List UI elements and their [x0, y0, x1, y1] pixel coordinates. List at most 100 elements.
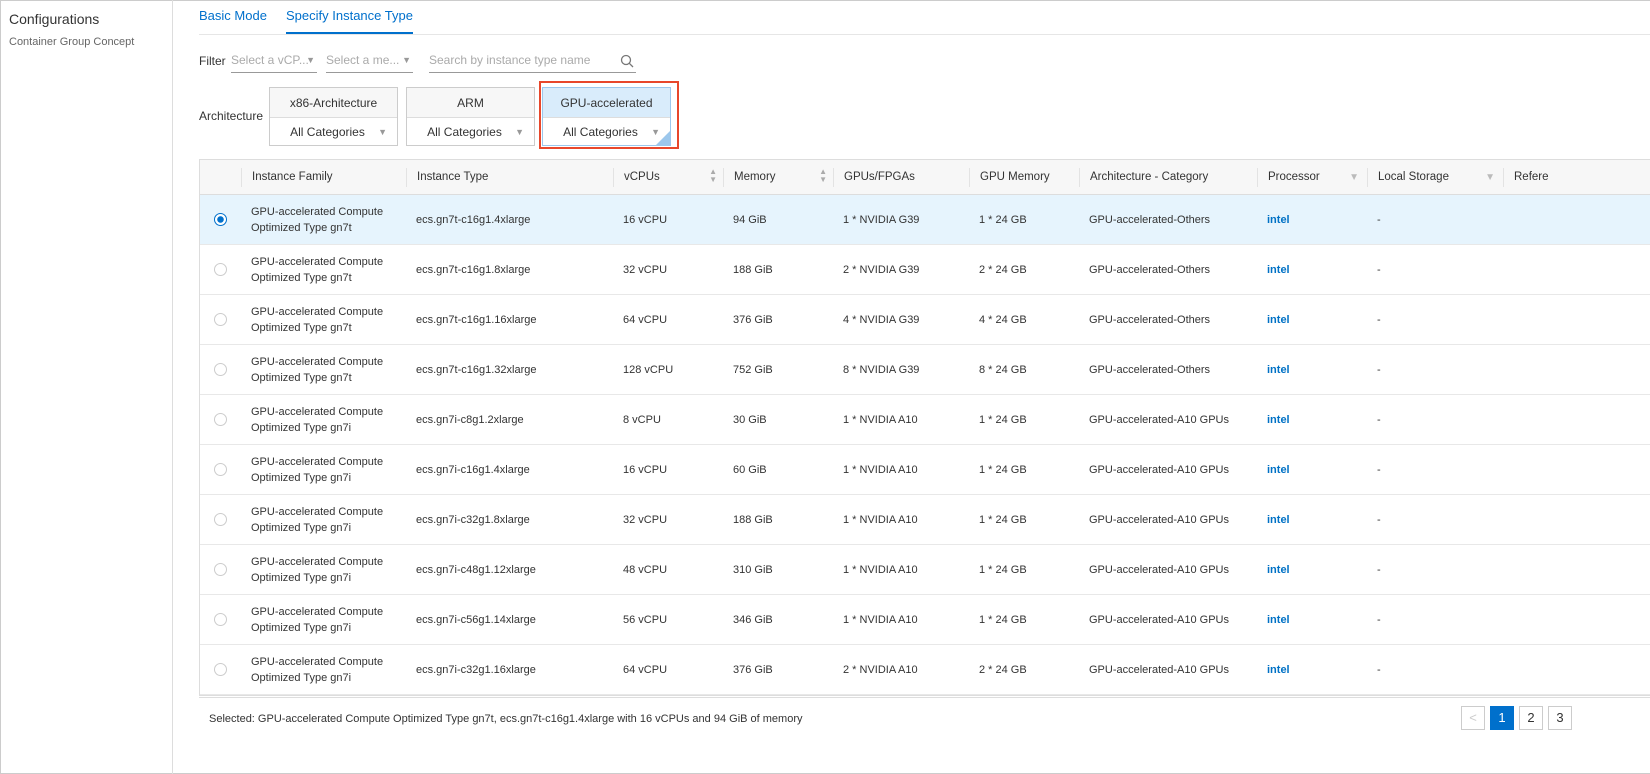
cell-memory: 60 GiB — [733, 463, 767, 476]
cell-processor: intel — [1267, 563, 1290, 576]
memory-select[interactable]: Select a me... ▼ — [326, 53, 413, 73]
category-value: All Categories — [427, 125, 502, 139]
cell-family: GPU-accelerated Compute Optimized Type g… — [251, 555, 384, 584]
cell-category: GPU-accelerated-A10 GPUs — [1089, 463, 1229, 476]
column-header-label: GPU Memory — [980, 170, 1050, 183]
tab-basic-mode[interactable]: Basic Mode — [199, 8, 267, 32]
column-header[interactable]: Architecture - Category — [1079, 167, 1257, 187]
column-header[interactable]: Instance Type — [406, 167, 613, 187]
column-header-label: Memory — [734, 170, 776, 183]
cell-gpu-memory: 4 * 24 GB — [979, 313, 1027, 326]
tab-specify-instance-type[interactable]: Specify Instance Type — [286, 8, 413, 34]
cell-type: ecs.gn7i-c16g1.4xlarge — [416, 463, 530, 476]
column-header-label: Architecture - Category — [1090, 170, 1209, 183]
row-radio[interactable] — [214, 263, 227, 276]
column-header[interactable]: Processor ▼ — [1257, 167, 1367, 187]
cell-storage: - — [1377, 213, 1381, 226]
column-header-label: GPUs/FPGAs — [844, 170, 915, 183]
cell-family: GPU-accelerated Compute Optimized Type g… — [251, 455, 384, 484]
cell-family: GPU-accelerated Compute Optimized Type g… — [251, 255, 384, 284]
cell-category: GPU-accelerated-A10 GPUs — [1089, 513, 1229, 526]
row-radio[interactable] — [214, 363, 227, 376]
sort-icon[interactable]: ▲ ▼ — [819, 167, 827, 184]
cell-vcpus: 32 vCPU — [623, 513, 668, 526]
column-header-label: vCPUs — [624, 170, 660, 183]
row-radio[interactable] — [214, 463, 227, 476]
sort-icon[interactable]: ▲ ▼ — [709, 167, 717, 184]
column-header[interactable]: Instance Family — [241, 167, 406, 187]
column-header-label: Local Storage — [1378, 170, 1449, 183]
cell-storage: - — [1377, 463, 1381, 476]
page-3-button[interactable]: 3 — [1548, 706, 1572, 730]
cell-memory: 188 GiB — [733, 513, 773, 526]
cell-memory: 376 GiB — [733, 313, 773, 326]
row-radio[interactable] — [214, 563, 227, 576]
cell-category: GPU-accelerated-Others — [1089, 363, 1211, 376]
cell-gpus: 1 * NVIDIA A10 — [843, 513, 918, 526]
header-select — [200, 168, 241, 187]
row-select-cell — [200, 513, 241, 526]
table-row[interactable]: GPU-accelerated Compute Optimized Type g… — [200, 445, 1650, 495]
table-row[interactable]: GPU-accelerated Compute Optimized Type g… — [200, 545, 1650, 595]
row-radio[interactable] — [214, 613, 227, 626]
vcpu-select[interactable]: Select a vCP... ▼ — [231, 53, 317, 73]
row-select-cell — [200, 563, 241, 576]
cell-type: ecs.gn7t-c16g1.8xlarge — [416, 263, 531, 276]
page-2-button[interactable]: 2 — [1519, 706, 1543, 730]
column-header[interactable]: vCPUs ▲ ▼ — [613, 167, 723, 187]
cell-memory: 376 GiB — [733, 663, 773, 676]
cell-category: GPU-accelerated-A10 GPUs — [1089, 413, 1229, 426]
row-radio[interactable] — [214, 413, 227, 426]
table-row[interactable]: GPU-accelerated Compute Optimized Type g… — [200, 195, 1650, 245]
column-header[interactable]: Memory ▲ ▼ — [723, 167, 833, 187]
row-radio[interactable] — [214, 313, 227, 326]
instance-table: Instance Family Instance Type vCPUs ▲ ▼ Memor… — [199, 159, 1650, 696]
cell-storage: - — [1377, 513, 1381, 526]
cell-gpu-memory: 1 * 24 GB — [979, 563, 1027, 576]
row-radio[interactable] — [214, 513, 227, 526]
filter-funnel-icon[interactable]: ▼ — [1485, 168, 1495, 187]
row-radio[interactable] — [214, 213, 227, 226]
table-row[interactable]: GPU-accelerated Compute Optimized Type g… — [200, 295, 1650, 345]
cell-gpu-memory: 1 * 24 GB — [979, 613, 1027, 626]
column-header[interactable]: GPU Memory — [969, 167, 1079, 187]
column-header[interactable]: Refere — [1503, 167, 1643, 187]
filter-funnel-icon[interactable]: ▼ — [1349, 168, 1359, 187]
row-select-cell — [200, 313, 241, 326]
cell-gpus: 8 * NVIDIA G39 — [843, 363, 920, 376]
page-1-button[interactable]: 1 — [1490, 706, 1514, 730]
cell-gpu-memory: 1 * 24 GB — [979, 463, 1027, 476]
arch-category-select[interactable]: All Categories ▼ — [407, 118, 534, 146]
table-row[interactable]: GPU-accelerated Compute Optimized Type g… — [200, 395, 1650, 445]
table-row[interactable]: GPU-accelerated Compute Optimized Type g… — [200, 595, 1650, 645]
table-row[interactable]: GPU-accelerated Compute Optimized Type g… — [200, 245, 1650, 295]
architecture-label: Architecture — [199, 109, 264, 123]
arch-option-name[interactable]: x86-Architecture — [270, 88, 397, 118]
cell-vcpus: 56 vCPU — [623, 613, 668, 626]
column-header[interactable]: Local Storage ▼ — [1367, 167, 1503, 187]
arch-option-arm[interactable]: ARM All Categories ▼ — [406, 87, 535, 146]
table-row[interactable]: GPU-accelerated Compute Optimized Type g… — [200, 345, 1650, 395]
column-header[interactable]: GPUs/FPGAs — [833, 167, 969, 187]
sidebar-link-container-group-concept[interactable]: Container Group Concept — [9, 36, 134, 48]
arch-option-name[interactable]: ARM — [407, 88, 534, 118]
arch-option-x86[interactable]: x86-Architecture All Categories ▼ — [269, 87, 398, 146]
arch-category-select[interactable]: All Categories ▼ — [270, 118, 397, 146]
instance-type-search-input[interactable]: Search by instance type name — [429, 53, 636, 73]
cell-gpu-memory: 2 * 24 GB — [979, 663, 1027, 676]
cell-processor: intel — [1267, 513, 1290, 526]
cell-storage: - — [1377, 313, 1381, 326]
cell-category: GPU-accelerated-Others — [1089, 263, 1211, 276]
table-row[interactable]: GPU-accelerated Compute Optimized Type g… — [200, 645, 1650, 695]
cell-memory: 346 GiB — [733, 613, 773, 626]
search-icon[interactable] — [620, 54, 634, 68]
row-select-cell — [200, 663, 241, 676]
chevron-down-icon: ▼ — [402, 55, 411, 65]
cell-category: GPU-accelerated-Others — [1089, 313, 1211, 326]
cell-type: ecs.gn7i-c32g1.8xlarge — [416, 513, 530, 526]
prev-page-button[interactable]: < — [1461, 706, 1485, 730]
table-row[interactable]: GPU-accelerated Compute Optimized Type g… — [200, 495, 1650, 545]
cell-gpu-memory: 2 * 24 GB — [979, 263, 1027, 276]
row-radio[interactable] — [214, 663, 227, 676]
cell-family: GPU-accelerated Compute Optimized Type g… — [251, 355, 384, 384]
